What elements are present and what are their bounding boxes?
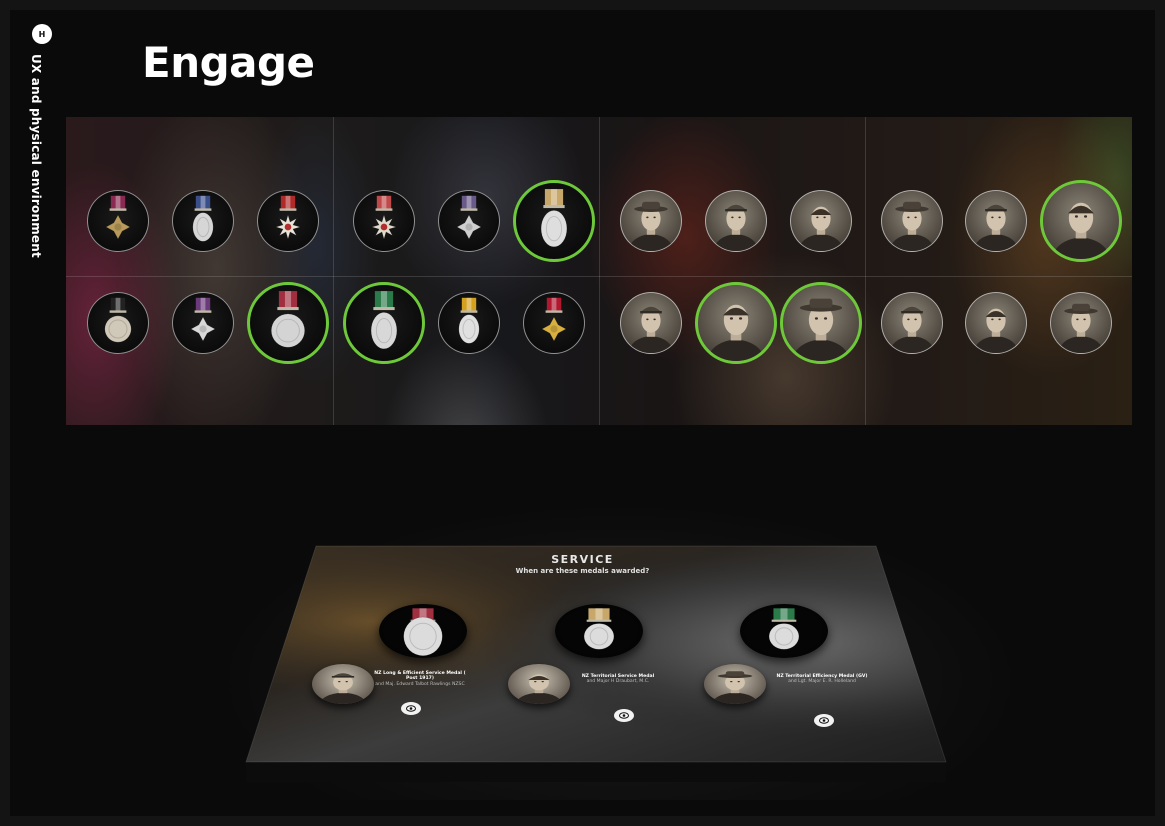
recipient-portrait[interactable] xyxy=(704,664,766,704)
recipient-portrait[interactable] xyxy=(312,664,374,704)
medal-caption: NZ Territorial Efficiency Medal (GV) and … xyxy=(772,674,872,685)
eye-icon xyxy=(406,705,416,712)
nz-territorial-efficiency-medal-icon[interactable] xyxy=(740,604,828,658)
recipient-portrait-icon xyxy=(319,673,367,704)
recipient-portrait-icon xyxy=(711,671,759,704)
medal-caption: NZ Long & Efficient Service Medal ( Post… xyxy=(370,671,470,687)
table-title: SERVICE xyxy=(551,553,614,566)
nz-territorial-efficiency-medal-icon xyxy=(768,608,800,650)
view-details-button[interactable] xyxy=(401,702,421,715)
recipient-portrait[interactable] xyxy=(508,664,570,704)
eye-icon xyxy=(819,717,829,724)
table-question: When are these medals awarded? xyxy=(515,567,650,575)
medal-caption-title: NZ Long & Efficient Service Medal ( Post… xyxy=(374,671,466,682)
table-surface-icon xyxy=(245,545,947,782)
medal-caption-recipients: and Major H Draubart, M.C. xyxy=(586,679,650,685)
medal-caption-recipients: and Maj. Edward Talbot Rawlings NZSC xyxy=(375,681,465,687)
medal-caption-recipients: and Lgt. Major E. R. Holleland xyxy=(788,679,856,685)
nz-territorial-service-medal-icon[interactable] xyxy=(555,604,643,658)
recipient-portrait-icon xyxy=(515,674,563,704)
medal-caption: NZ Territorial Service Medal and Major H … xyxy=(568,674,668,685)
nz-territorial-service-medal-icon xyxy=(583,608,615,650)
interactive-table: SERVICE When are these medals awarded? N… xyxy=(0,0,1165,826)
eye-icon xyxy=(619,712,629,719)
view-details-button[interactable] xyxy=(814,714,834,727)
nz-long-efficient-service-medal-icon[interactable] xyxy=(379,604,467,658)
view-details-button[interactable] xyxy=(614,709,634,722)
nz-long-efficient-service-medal-icon xyxy=(403,608,443,657)
